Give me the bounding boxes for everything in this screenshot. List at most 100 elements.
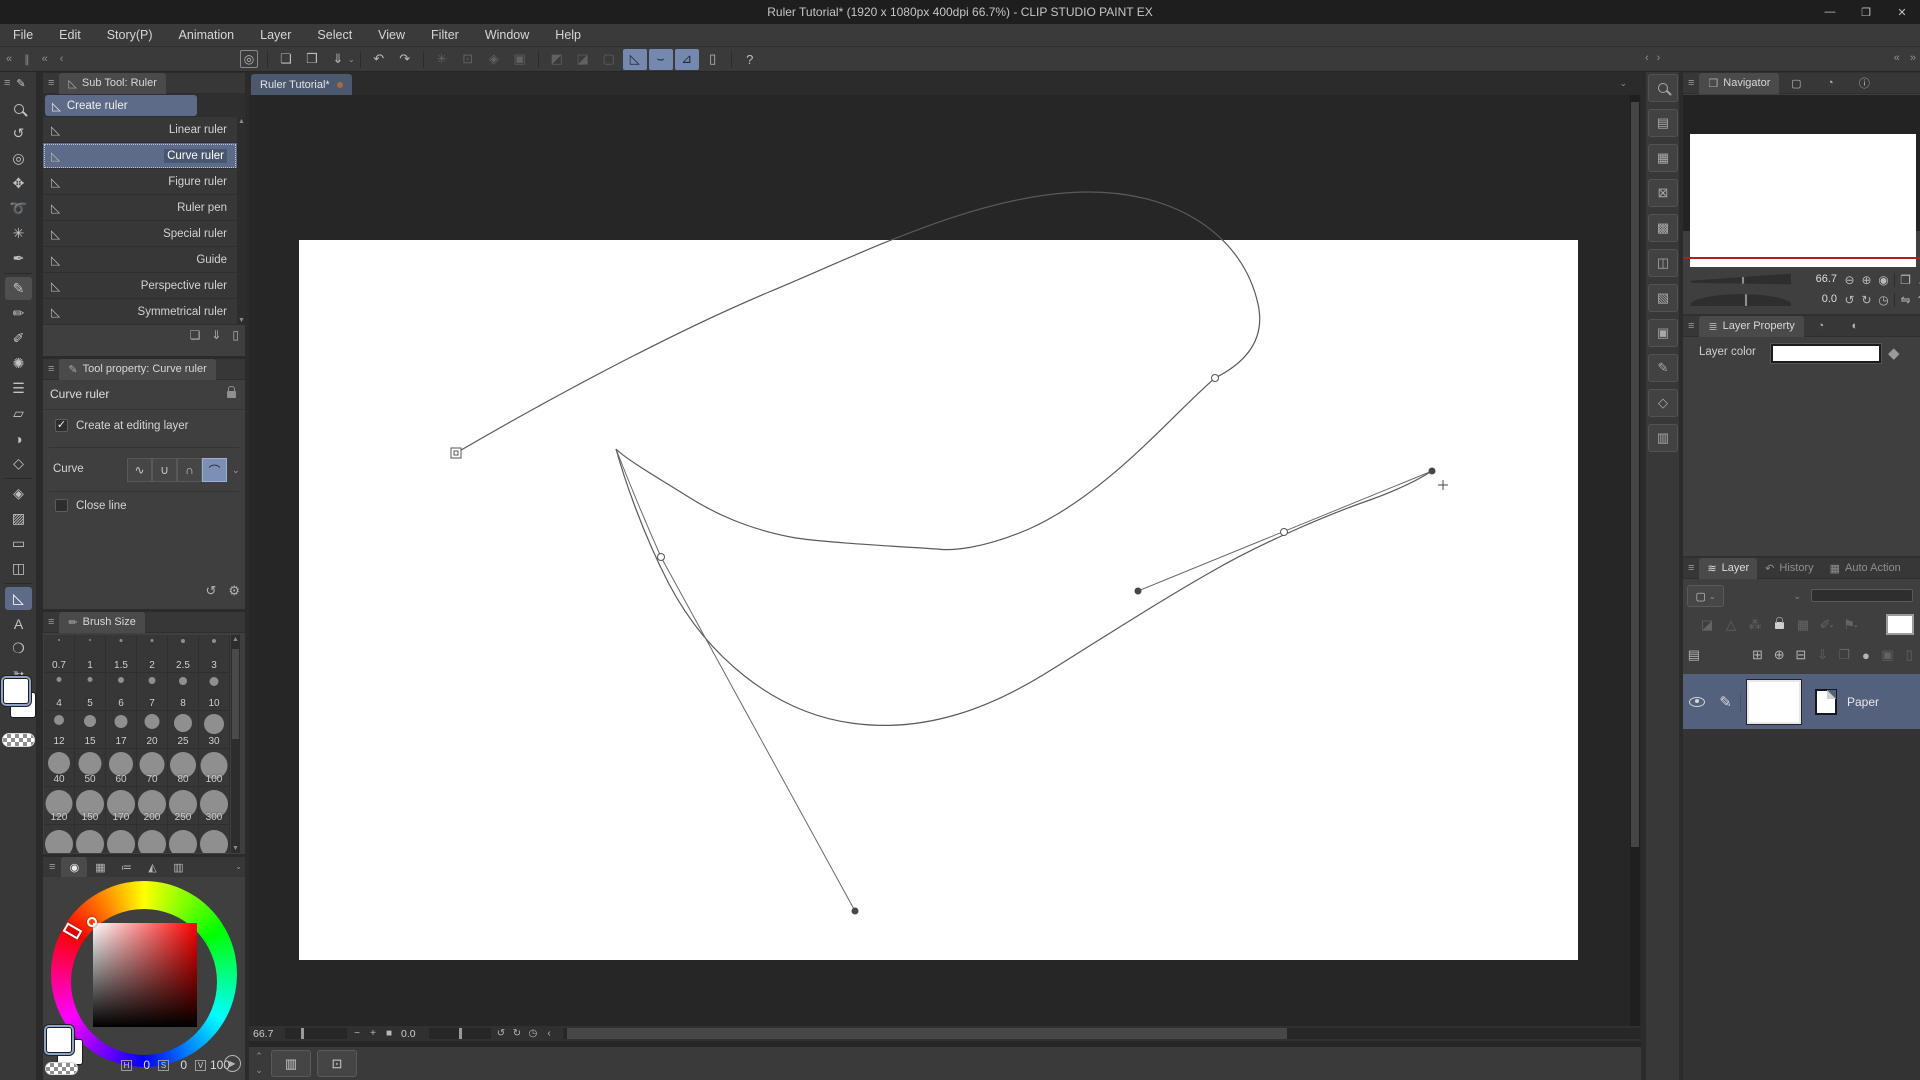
document-tab[interactable]: Ruler Tutorial* bbox=[251, 74, 352, 95]
brush-size-tab[interactable]: ✏ Brush Size bbox=[59, 612, 144, 633]
saturation-value-square[interactable] bbox=[93, 923, 197, 1027]
panel-scroll-arrows[interactable]: ‹› bbox=[1645, 52, 1660, 64]
brush-size-50[interactable]: 50 bbox=[75, 749, 106, 787]
layer-thumbnail[interactable] bbox=[1747, 680, 1801, 724]
reference-window-button[interactable]: ⊡ bbox=[317, 1050, 357, 1077]
help-button[interactable]: ? bbox=[738, 49, 762, 70]
brush-size-1.5[interactable]: 1.5 bbox=[106, 635, 137, 673]
transparent-color-chip[interactable] bbox=[2, 733, 35, 747]
curve-control-point[interactable] bbox=[1212, 375, 1219, 382]
brush-size-next-row[interactable] bbox=[199, 825, 230, 853]
panel-collapse-chevrons[interactable]: ⌃⌄ bbox=[253, 1049, 265, 1077]
new-layer-button[interactable]: ⊕ bbox=[1768, 644, 1790, 666]
brush-size-17[interactable]: 17 bbox=[106, 711, 137, 749]
subtool-item-perspective-ruler[interactable]: ◺Perspective ruler bbox=[43, 273, 237, 299]
subtool-item-figure-ruler[interactable]: ◺Figure ruler bbox=[43, 169, 237, 195]
layer-color-icon[interactable]: ◆ bbox=[1888, 344, 1900, 362]
auto-action-tab[interactable]: ▦Auto Action bbox=[1822, 558, 1909, 579]
dock-collapse-arrows[interactable]: «» bbox=[1894, 52, 1916, 64]
visibility-eye-icon[interactable] bbox=[1689, 697, 1705, 707]
collapse-chevron-icon[interactable]: ⌄ bbox=[253, 1063, 265, 1077]
brush-size-30[interactable]: 30 bbox=[199, 711, 230, 749]
collapse-bar-button[interactable]: ‹ bbox=[541, 1028, 557, 1039]
move-layer-tool[interactable]: ✥ bbox=[0, 171, 37, 196]
brush-size-6[interactable]: 6 bbox=[106, 673, 137, 711]
selection-tool[interactable]: ➰ bbox=[0, 196, 37, 221]
brush-size-60[interactable]: 60 bbox=[106, 749, 137, 787]
lock-icon[interactable] bbox=[227, 391, 236, 398]
rotate-left-button[interactable]: ↺ bbox=[493, 1028, 509, 1039]
lock-layer-button[interactable] bbox=[1767, 614, 1791, 636]
blend-mode-button[interactable]: ▢⌄ bbox=[1687, 585, 1724, 607]
curve-type-cubic-bezier[interactable]: ⌒ bbox=[202, 458, 227, 482]
pencil-tool[interactable]: ✏ bbox=[0, 301, 37, 326]
curve-anchor-point[interactable] bbox=[852, 908, 859, 915]
subtool-item-special-ruler[interactable]: ◺Special ruler bbox=[43, 221, 237, 247]
scrollbar-thumb[interactable] bbox=[567, 1028, 1287, 1039]
curve-anchor-point[interactable] bbox=[1429, 468, 1436, 475]
toolbar-arrow-icon[interactable]: « bbox=[42, 53, 48, 66]
restore-button[interactable]: ❐ bbox=[1848, 0, 1884, 24]
brush-size-3[interactable]: 3 bbox=[199, 635, 230, 673]
menu-layer[interactable]: Layer bbox=[247, 24, 304, 47]
color-set-tab[interactable]: ▦ bbox=[87, 857, 113, 877]
import-subtool-button[interactable]: ⇓ bbox=[211, 328, 221, 342]
snap-to-special-ruler-button[interactable]: ⌣ bbox=[649, 49, 673, 70]
approximate-color-tab[interactable]: ◭ bbox=[139, 857, 165, 877]
history-tab[interactable]: ↶History bbox=[1757, 558, 1821, 579]
brush-size-8[interactable]: 8 bbox=[168, 673, 199, 711]
decoration-tool[interactable]: ☰ bbox=[0, 376, 37, 401]
frame-border-tool[interactable]: ▭ bbox=[0, 531, 37, 556]
subtool-item-curve-ruler[interactable]: ◺Curve ruler bbox=[43, 143, 237, 169]
copy-subtool-button[interactable]: ❏ bbox=[190, 328, 201, 342]
fill-tool[interactable]: ◈ bbox=[0, 481, 37, 506]
scroll-down-icon[interactable]: ▼ bbox=[231, 845, 240, 852]
brush-size-scrollbar[interactable]: ▲ ▼ bbox=[231, 635, 240, 853]
color-history-tab[interactable]: ▥ bbox=[165, 857, 191, 877]
slider-thumb[interactable] bbox=[301, 1028, 304, 1039]
layer-panel-menu-icon[interactable]: ≡ bbox=[1683, 562, 1699, 574]
brush-size-2.5[interactable]: 2.5 bbox=[168, 635, 199, 673]
material-extra-button[interactable]: ▥ bbox=[1648, 424, 1678, 452]
scrollbar-thumb[interactable] bbox=[1631, 102, 1639, 847]
material-figure-button[interactable]: ◇ bbox=[1648, 389, 1678, 417]
create-at-editing-layer-checkbox[interactable]: ✓ bbox=[55, 419, 68, 432]
snap-to-grid-button[interactable]: ⊿ bbox=[675, 49, 699, 70]
eraser-tool[interactable]: ▱ bbox=[0, 401, 37, 426]
subtool-item-ruler-pen[interactable]: ◺Ruler pen bbox=[43, 195, 237, 221]
brush-size-4[interactable]: 4 bbox=[44, 673, 75, 711]
brush-size-5[interactable]: 5 bbox=[75, 673, 106, 711]
menu-animation[interactable]: Animation bbox=[166, 24, 248, 47]
minimize-button[interactable]: — bbox=[1812, 0, 1848, 24]
toolbar-arrow-icon[interactable]: ‹ bbox=[60, 53, 64, 66]
brush-size-1[interactable]: 1 bbox=[75, 635, 106, 673]
companion-mode-button[interactable]: ▯ bbox=[701, 49, 725, 70]
rotate-right-button[interactable]: ↻ bbox=[509, 1028, 525, 1039]
palette-color-button[interactable] bbox=[1886, 614, 1914, 635]
zoom-tool[interactable] bbox=[0, 96, 37, 121]
advanced-settings-button[interactable]: ⚙ bbox=[228, 583, 240, 599]
brush-size-next-row[interactable] bbox=[44, 825, 75, 853]
brush-size-next-row[interactable] bbox=[75, 825, 106, 853]
collapse-chevron-icon[interactable]: ⌃ bbox=[253, 1049, 265, 1063]
chevron-down-icon[interactable]: ⌄ bbox=[348, 55, 355, 64]
subtool-item-symmetrical-ruler[interactable]: ◺Symmetrical ruler bbox=[43, 299, 237, 325]
navigator-zoom-slider[interactable] bbox=[1691, 272, 1791, 286]
brush-size-80[interactable]: 80 bbox=[168, 749, 199, 787]
foreground-color-swatch[interactable] bbox=[46, 1027, 72, 1053]
timeline-toggle-button[interactable]: ▥ bbox=[271, 1050, 311, 1077]
chevron-down-icon[interactable]: ⌄ bbox=[235, 862, 242, 871]
layer-property-menu-icon[interactable]: ≡ bbox=[1683, 320, 1699, 332]
zoom-fit-button[interactable]: ■ bbox=[381, 1028, 397, 1039]
undo-button[interactable]: ↶ bbox=[367, 49, 391, 70]
auto-select-tool[interactable]: ✳ bbox=[0, 221, 37, 246]
eyedropper-tool[interactable]: ✒ bbox=[0, 246, 37, 271]
chevron-down-icon[interactable]: ⌄ bbox=[232, 465, 240, 476]
rotation-slider[interactable] bbox=[429, 1028, 491, 1039]
material-primary-button[interactable]: ▣ bbox=[1648, 319, 1678, 347]
menu-help[interactable]: Help bbox=[542, 24, 594, 47]
scroll-down-icon[interactable]: ▼ bbox=[238, 317, 245, 324]
rotation-value[interactable]: 0.0 bbox=[397, 1028, 427, 1040]
zoom-out-button[interactable]: − bbox=[349, 1028, 365, 1039]
balloon-tool[interactable]: ❍ bbox=[0, 636, 37, 661]
